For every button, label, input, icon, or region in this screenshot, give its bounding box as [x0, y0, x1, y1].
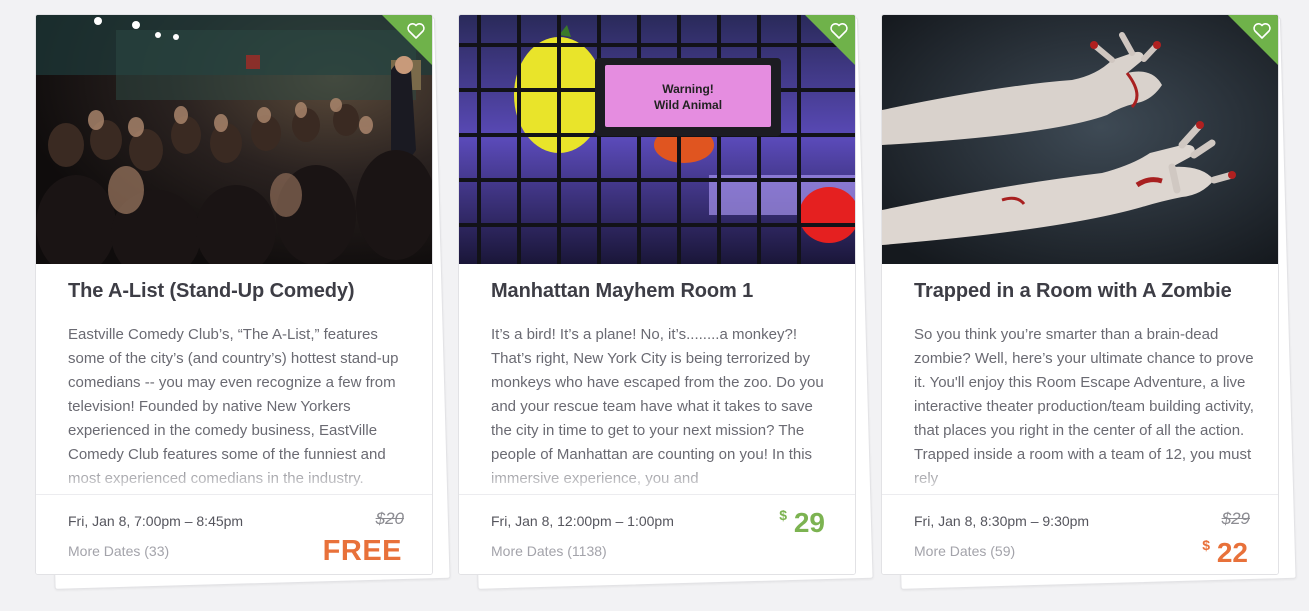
sale-price: 22 — [1216, 537, 1248, 568]
sign-text-line2: Wild Animal — [654, 98, 722, 112]
event-card[interactable]: Trapped in a Room with A Zombie So you t… — [881, 14, 1279, 575]
heart-icon[interactable] — [1252, 21, 1272, 41]
event-title[interactable]: Trapped in a Room with A Zombie — [914, 280, 1258, 303]
price-currency: $ — [779, 507, 787, 523]
event-card[interactable]: Warning! Wild Animal Manhattan Mayhem Ro… — [458, 14, 856, 575]
event-card[interactable]: The A-List (Stand-Up Comedy) Eastville C… — [35, 14, 433, 575]
original-price: $29 — [1221, 509, 1250, 528]
price-free: FREE — [322, 535, 402, 567]
event-card-zombie-room[interactable]: Trapped in a Room with A Zombie So you t… — [881, 14, 1297, 590]
event-footer: Fri, Jan 8, 8:30pm – 9:30pm More Dates (… — [882, 494, 1278, 574]
event-image-cage[interactable]: Warning! Wild Animal — [459, 15, 855, 264]
event-footer: Fri, Jan 8, 7:00pm – 8:45pm More Dates (… — [36, 494, 432, 574]
event-title[interactable]: Manhattan Mayhem Room 1 — [491, 280, 835, 303]
original-price: $20 — [375, 509, 404, 528]
event-date: Fri, Jan 8, 8:30pm – 9:30pm — [914, 513, 1090, 529]
description-fade — [882, 461, 1278, 495]
heart-icon[interactable] — [829, 21, 849, 41]
price-currency: $ — [1202, 537, 1210, 553]
event-image-comedy[interactable] — [36, 15, 432, 264]
more-dates-link[interactable]: More Dates (1138) — [491, 543, 607, 559]
heart-icon[interactable] — [406, 21, 426, 41]
description-fade — [36, 461, 432, 495]
event-footer: Fri, Jan 8, 12:00pm – 1:00pm More Dates … — [459, 494, 855, 574]
event-image-zombie[interactable] — [882, 15, 1278, 264]
event-card-a-list[interactable]: The A-List (Stand-Up Comedy) Eastville C… — [35, 14, 451, 590]
description-fade — [459, 461, 855, 495]
sign-text-line1: Warning! — [662, 82, 714, 96]
event-date: Fri, Jan 8, 7:00pm – 8:45pm — [68, 513, 244, 529]
more-dates-link[interactable]: More Dates (59) — [914, 543, 1015, 559]
price: 29 — [793, 507, 825, 538]
event-title[interactable]: The A-List (Stand-Up Comedy) — [68, 280, 412, 303]
more-dates-link[interactable]: More Dates (33) — [68, 543, 169, 559]
event-date: Fri, Jan 8, 12:00pm – 1:00pm — [491, 513, 674, 529]
event-card-manhattan-mayhem[interactable]: Warning! Wild Animal Manhattan Mayhem Ro… — [458, 14, 874, 590]
